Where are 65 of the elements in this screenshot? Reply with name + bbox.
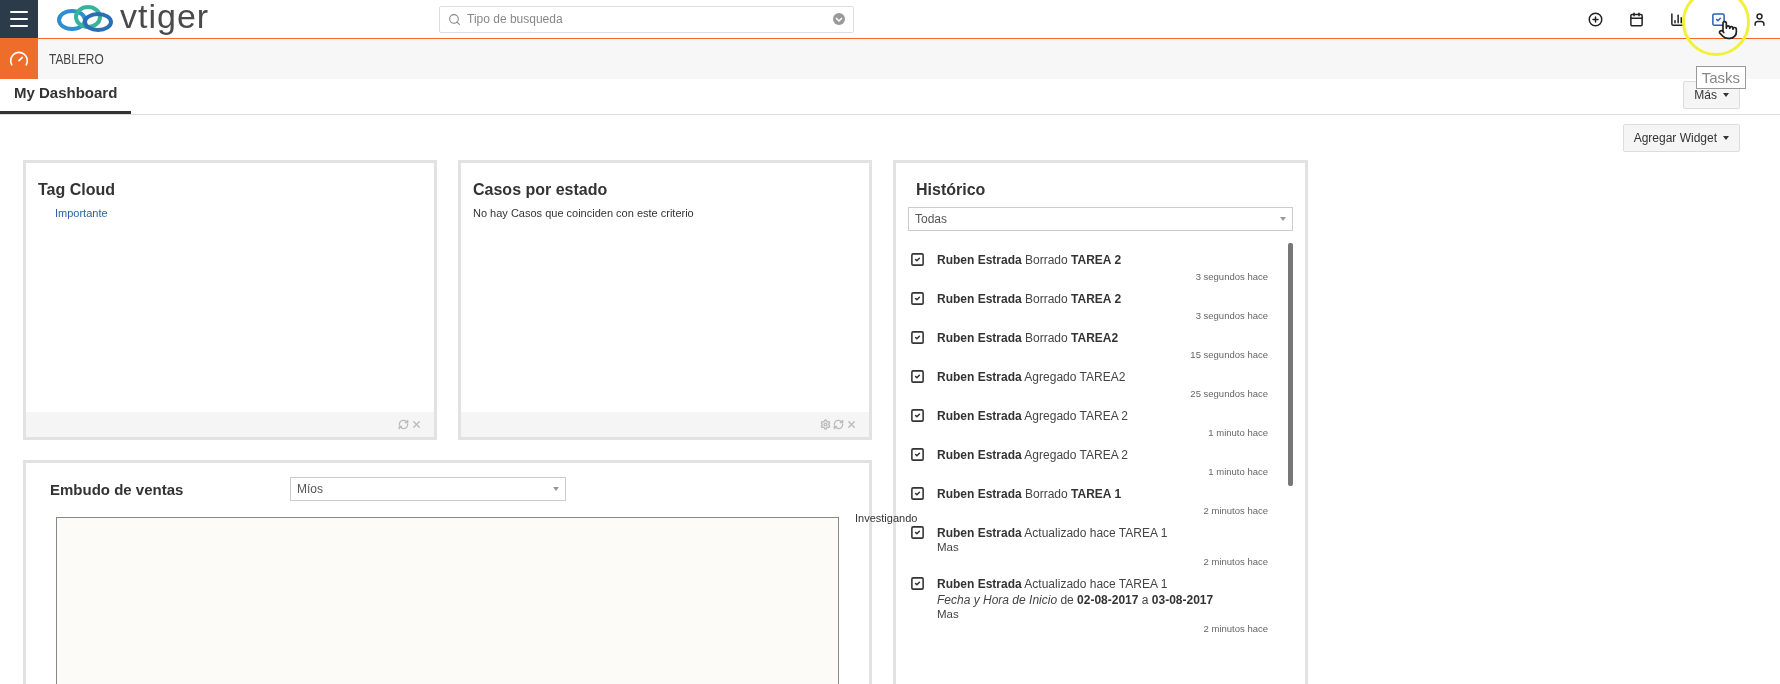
timestamp: 3 segundos hace [1194,271,1268,282]
history-entry: Ruben Estrada Borrado TAREA 2 [937,291,1123,307]
timestamp: 25 segundos hace [1189,388,1268,399]
refresh-icon [833,419,844,430]
user-icon [1752,11,1767,27]
history-entry: Ruben Estrada Agregado TAREA2 [937,369,1127,385]
refresh-icon [398,419,409,430]
add-widget-button[interactable]: Agregar Widget [1622,124,1740,152]
widget-title: Casos por estado [472,180,609,200]
widget-title: Embudo de ventas [50,480,185,498]
timestamp: 2 minutos hace [1202,556,1268,567]
checkbox-icon [1711,11,1726,27]
history-detail: Fecha y Hora de Inicio de 02-08-2017 a 03-08-2017 [937,592,1215,608]
history-entry: Ruben Estrada Borrado TAREA2 [937,330,1120,346]
dashboard-tab[interactable]: My Dashboard [0,81,132,114]
dropdown-icon [833,13,845,25]
tooltip: Tasks [1695,66,1746,89]
filter-select[interactable]: Todas [908,207,1293,231]
calendar-icon [1629,11,1644,27]
checkbox-icon [910,525,925,540]
caret-icon [553,487,559,491]
close-icon [846,419,857,430]
menu-button[interactable] [0,0,38,38]
scrollbar[interactable] [1288,243,1293,486]
plus-icon [1588,11,1603,27]
caret-icon [1723,93,1729,97]
checkbox-icon [910,486,925,501]
checkbox-icon [910,330,925,345]
more-link[interactable]: Mas [937,541,1268,553]
timestamp: 1 minuto hace [1207,466,1268,477]
history-entry: Ruben Estrada Agregado TAREA 2 [937,447,1129,463]
checkbox-icon [910,369,925,384]
checkbox-icon [910,291,925,306]
logo-text: vtiger [120,0,210,33]
timestamp: 3 segundos hace [1194,310,1268,321]
checkbox-icon [910,447,925,462]
stage-label: Investigando [855,512,918,524]
more-link[interactable]: Mas [937,608,1268,620]
module-title: TABLERO [49,51,104,67]
checkbox-icon [910,252,925,267]
search-icon [448,12,461,26]
history-entry: Ruben Estrada Agregado TAREA 2 [937,408,1129,424]
history-entry: Ruben Estrada Actualizado hace TAREA 1 [937,525,1169,541]
logo-icon [54,3,116,35]
gauge-icon [9,49,29,69]
timestamp: 1 minuto hace [1207,427,1268,438]
history-entry: Ruben Estrada Borrado TAREA 2 [937,252,1123,268]
settings-icon [820,419,831,430]
search-field[interactable]: Tipo de busqueda [439,5,854,33]
timestamp: 2 minutos hace [1202,505,1268,516]
caret-icon [1723,136,1729,140]
history-entry: Ruben Estrada Borrado TAREA 1 [937,486,1123,502]
history-entry: Ruben Estrada Actualizado hace TAREA 1 [937,576,1169,592]
bar-chart-icon [1670,11,1685,27]
close-icon [411,419,422,430]
widget-title: Tag Cloud [37,180,117,200]
timestamp: 2 minutos hace [1202,623,1268,634]
filter-select[interactable]: Míos [290,477,566,501]
checkbox-icon [910,408,925,423]
widget-title: Histórico [915,180,987,200]
timestamp: 15 segundos hace [1189,349,1268,360]
checkbox-icon [910,576,925,591]
empty-message: No hay Casos que coinciden con este criterio [473,207,694,219]
caret-icon [1280,217,1286,221]
tag-link[interactable]: Importante [55,207,108,219]
